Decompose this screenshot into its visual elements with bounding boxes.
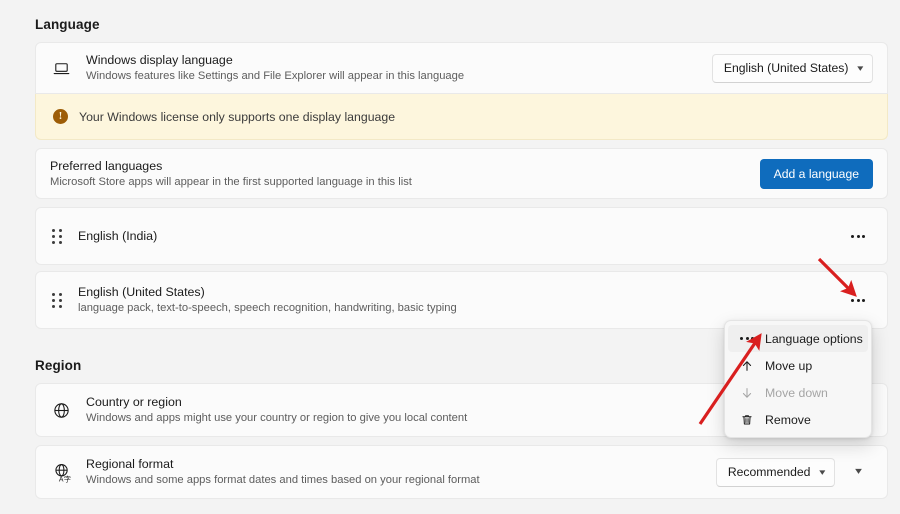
svg-text:字: 字 xyxy=(64,474,71,483)
section-title-language: Language xyxy=(35,17,100,32)
display-language-dropdown[interactable]: English (United States) ▾ xyxy=(712,54,873,83)
preferred-languages-card: Preferred languages Microsoft Store apps… xyxy=(35,148,888,199)
arrow-down-icon xyxy=(735,386,759,400)
globe-icon xyxy=(52,401,86,420)
language-us-texts: English (United States) language pack, t… xyxy=(78,284,843,316)
menu-item-remove[interactable]: Remove xyxy=(728,406,868,433)
regional-format-description: Windows and some apps format dates and t… xyxy=(86,473,716,488)
section-title-region: Region xyxy=(35,358,81,373)
preferred-languages-texts: Preferred languages Microsoft Store apps… xyxy=(50,158,760,190)
menu-item-language-options[interactable]: Language options xyxy=(728,325,868,352)
license-warning-banner: ! Your Windows license only supports one… xyxy=(35,94,888,140)
menu-item-label: Move down xyxy=(765,386,828,400)
warning-icon: ! xyxy=(53,109,68,124)
regional-format-texts: Regional format Windows and some apps fo… xyxy=(86,456,716,488)
language-name: English (India) xyxy=(78,228,843,244)
windows-display-language-texts: Windows display language Windows feature… xyxy=(86,52,712,84)
drag-handle-icon[interactable] xyxy=(46,229,78,244)
arrow-up-icon xyxy=(735,359,759,373)
chevron-down-icon: ▾ xyxy=(856,467,863,477)
menu-item-move-up[interactable]: Move up xyxy=(728,352,868,379)
menu-item-label: Remove xyxy=(765,413,811,427)
regional-format-card[interactable]: A 字 Regional format Windows and some app… xyxy=(35,445,888,499)
chevron-down-icon: ▾ xyxy=(858,64,864,73)
menu-item-label: Move up xyxy=(765,359,812,373)
chevron-down-icon: ▾ xyxy=(820,468,826,477)
windows-display-language-description: Windows features like Settings and File … xyxy=(86,69,712,84)
language-features: language pack, text-to-speech, speech re… xyxy=(78,301,843,316)
more-options-icon[interactable] xyxy=(843,221,873,251)
license-warning-text: Your Windows license only supports one d… xyxy=(79,110,395,124)
language-name: English (United States) xyxy=(78,284,843,300)
regional-format-title: Regional format xyxy=(86,456,716,472)
windows-display-language-title: Windows display language xyxy=(86,52,712,68)
preferred-languages-description: Microsoft Store apps will appear in the … xyxy=(50,175,760,190)
drag-handle-icon[interactable] xyxy=(46,293,78,308)
language-list-item-english-india[interactable]: English (India) xyxy=(35,207,888,265)
language-india-texts: English (India) xyxy=(78,228,843,244)
windows-display-language-card[interactable]: Windows display language Windows feature… xyxy=(35,42,888,94)
laptop-icon xyxy=(52,59,86,78)
menu-item-label: Language options xyxy=(765,332,863,346)
trash-icon xyxy=(735,413,759,427)
regional-format-expand-button[interactable]: ▾ xyxy=(845,458,873,486)
menu-item-move-down: Move down xyxy=(728,379,868,406)
settings-language-region-page: Language Windows display language Window… xyxy=(0,0,900,514)
display-language-dropdown-value: English (United States) xyxy=(724,61,849,75)
language-context-menu[interactable]: Language options Move up Move down xyxy=(724,320,872,438)
regional-format-dropdown-value: Recommended xyxy=(728,465,811,479)
ellipsis-icon xyxy=(735,337,759,340)
globe-translate-icon: A 字 xyxy=(52,462,86,483)
regional-format-dropdown[interactable]: Recommended ▾ xyxy=(716,458,835,487)
more-options-icon[interactable] xyxy=(843,285,873,315)
preferred-languages-title: Preferred languages xyxy=(50,158,760,174)
add-a-language-button[interactable]: Add a language xyxy=(760,159,873,189)
